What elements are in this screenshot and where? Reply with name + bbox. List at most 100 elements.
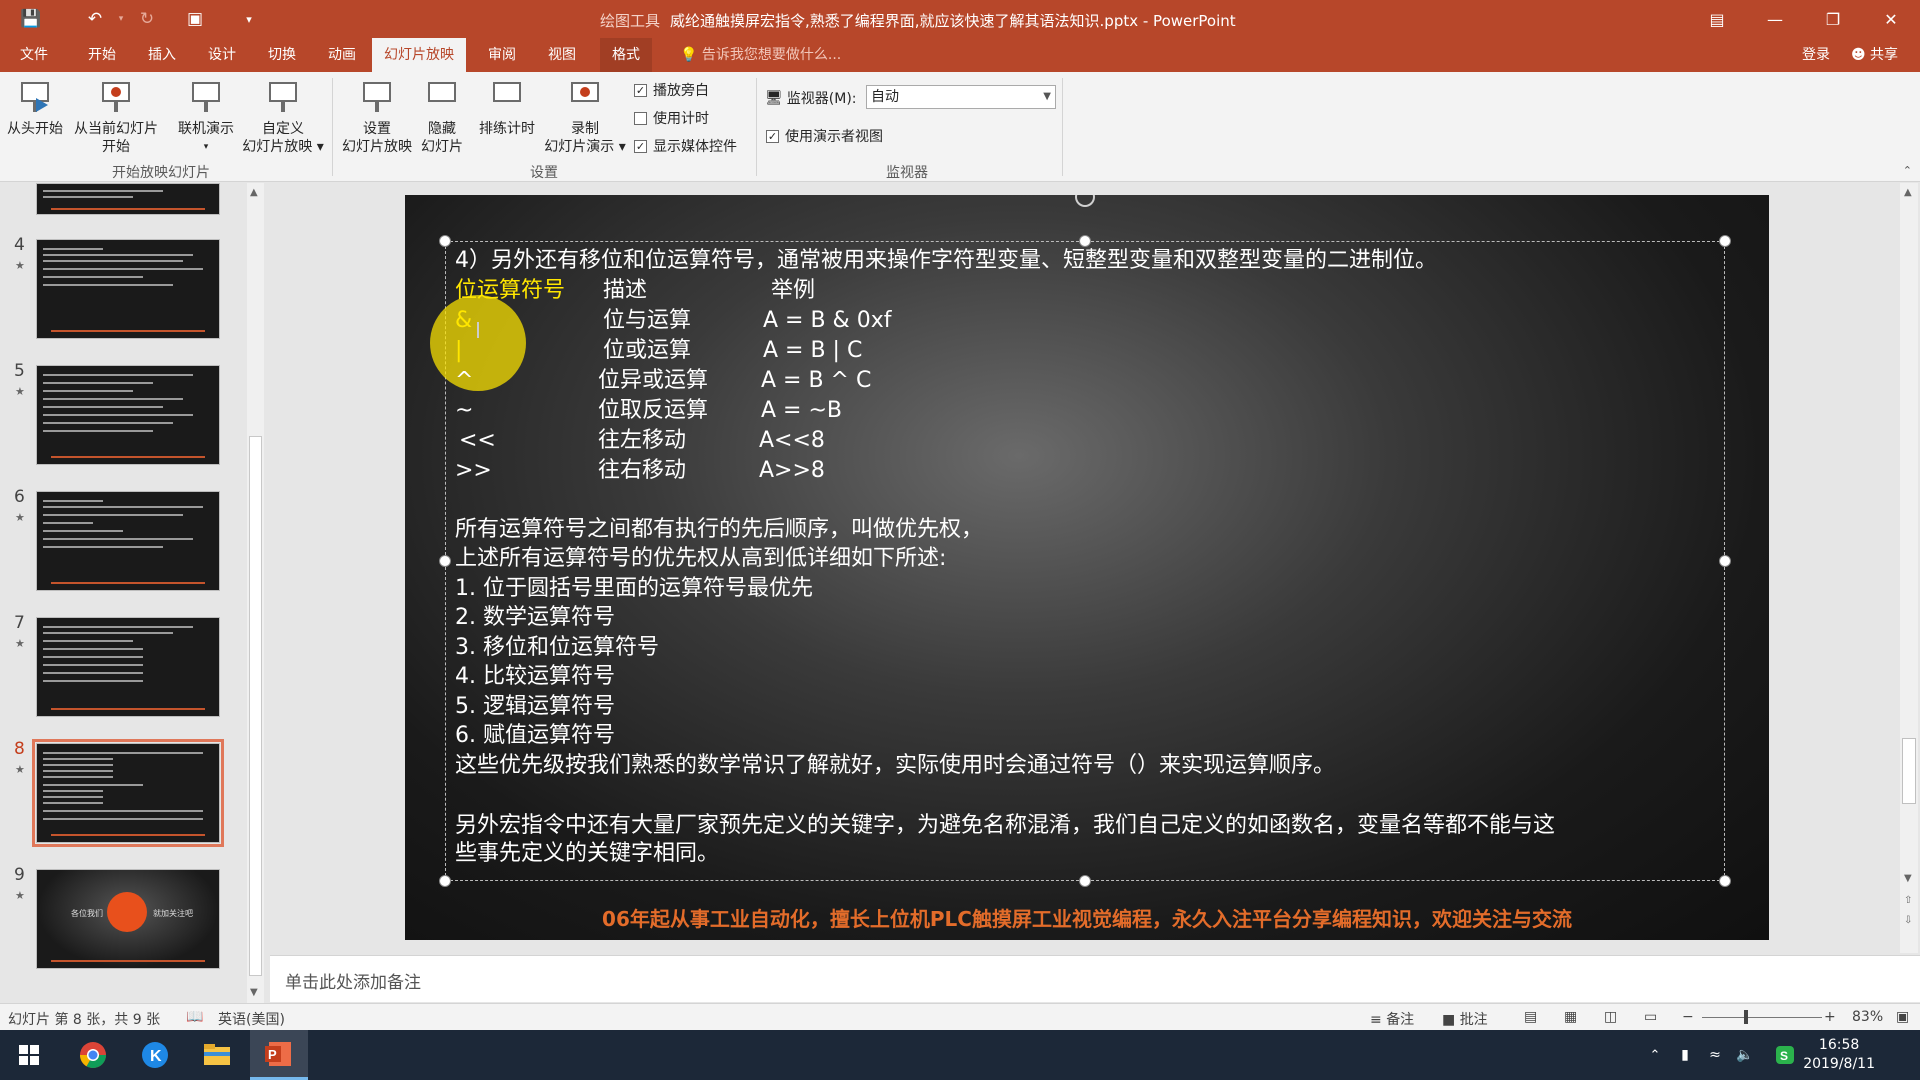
ribbon-display-options-icon[interactable]: ▤ bbox=[1688, 0, 1746, 38]
slide-canvas[interactable]: 4）另外还有移位和位运算符号，通常被用来操作字符型变量、短整型变量和双整型变量的… bbox=[405, 195, 1769, 940]
show-hidden-icons-icon[interactable]: ⌃ bbox=[1640, 1030, 1670, 1080]
table-cell: & bbox=[455, 308, 473, 333]
normal-view-icon[interactable]: ▤ bbox=[1524, 1009, 1537, 1025]
slide-thumbnail[interactable] bbox=[36, 365, 220, 465]
close-button[interactable]: ✕ bbox=[1862, 0, 1920, 38]
slide-thumbnail[interactable] bbox=[36, 239, 220, 339]
resize-handle[interactable] bbox=[1079, 235, 1091, 247]
slide-scrollbar[interactable]: ▲ ▼ ⇧ ⇩ bbox=[1900, 183, 1918, 953]
undo-dropdown-icon[interactable]: ▾ bbox=[112, 0, 130, 38]
tab-file[interactable]: 文件 bbox=[8, 38, 60, 72]
tab-animations[interactable]: 动画 bbox=[316, 38, 368, 72]
resize-handle[interactable] bbox=[1719, 235, 1731, 247]
zoom-out-icon[interactable]: − bbox=[1682, 1009, 1694, 1025]
tab-transitions[interactable]: 切换 bbox=[256, 38, 308, 72]
tell-me-box[interactable]: 💡 告诉我您想要做什么... bbox=[680, 38, 841, 72]
previous-slide-icon[interactable]: ⇧ bbox=[1904, 895, 1912, 906]
share-button[interactable]: ☻ 共享 bbox=[1851, 38, 1898, 72]
monitor-dropdown[interactable]: 自动 ▼ bbox=[866, 85, 1056, 109]
slideshow-view-icon[interactable]: ▭ bbox=[1644, 1009, 1657, 1025]
tab-format[interactable]: 格式 bbox=[600, 38, 652, 72]
input-method-icon[interactable]: S bbox=[1770, 1030, 1800, 1080]
scroll-up-icon[interactable]: ▲ bbox=[1904, 187, 1912, 198]
tab-view[interactable]: 视图 bbox=[536, 38, 588, 72]
scrollbar-thumb[interactable] bbox=[1902, 738, 1916, 804]
minimize-button[interactable]: — bbox=[1746, 0, 1804, 38]
custom-show-button[interactable]: 自定义 幻灯片放映 ▾ bbox=[238, 78, 328, 156]
reading-view-icon[interactable]: ◫ bbox=[1604, 1009, 1617, 1025]
table-header-cell: 位运算符号 bbox=[455, 278, 566, 303]
resize-handle[interactable] bbox=[1719, 875, 1731, 887]
online-present-button[interactable]: 联机演示 ▾ bbox=[170, 78, 242, 156]
show-media-controls-checkbox[interactable]: ✓ 显示媒体控件 bbox=[634, 136, 737, 156]
restore-button[interactable]: ❐ bbox=[1804, 0, 1862, 38]
table-cell: A = B ^ C bbox=[761, 368, 872, 393]
tab-review[interactable]: 审阅 bbox=[476, 38, 528, 72]
scroll-up-icon[interactable]: ▲ bbox=[250, 187, 258, 198]
start-from-beginning-icon[interactable]: ▣ bbox=[178, 0, 212, 38]
windows-start-icon[interactable] bbox=[0, 1030, 58, 1080]
zoom-slider[interactable] bbox=[1702, 1017, 1822, 1018]
spell-check-icon[interactable]: 📖 bbox=[186, 1009, 203, 1025]
from-beginning-button[interactable]: 从头开始 bbox=[4, 78, 66, 138]
slide-thumbnail[interactable] bbox=[36, 491, 220, 591]
fit-to-window-icon[interactable]: ▣ bbox=[1896, 1009, 1909, 1025]
volume-icon[interactable]: 🔈 bbox=[1730, 1030, 1760, 1080]
presenter-view-checkbox[interactable]: ✓ 使用演示者视图 bbox=[766, 126, 883, 146]
clock-date: 2019/8/11 bbox=[1803, 1056, 1875, 1072]
resize-handle[interactable] bbox=[439, 555, 451, 567]
zoom-slider-thumb[interactable] bbox=[1744, 1010, 1748, 1024]
powerpoint-taskbar-icon[interactable]: P bbox=[250, 1030, 308, 1080]
redo-icon[interactable]: ↻ bbox=[130, 0, 164, 38]
slide-thumbnail[interactable]: 各位我们 就加关注吧 bbox=[36, 869, 220, 969]
tab-home[interactable]: 开始 bbox=[76, 38, 128, 72]
rehearse-timings-button[interactable]: 排练计时 bbox=[474, 78, 540, 138]
zoom-in-icon[interactable]: + bbox=[1824, 1009, 1836, 1025]
notes-pane[interactable]: 单击此处添加备注 bbox=[270, 955, 1920, 1002]
language-status[interactable]: 英语(美国) bbox=[218, 1009, 285, 1029]
next-slide-icon[interactable]: ⇩ bbox=[1904, 915, 1912, 926]
tab-slide-show[interactable]: 幻灯片放映 bbox=[372, 38, 466, 72]
setup-slideshow-button[interactable]: 设置 幻灯片放映 bbox=[336, 78, 418, 156]
system-clock[interactable]: 16:58 2019/8/11 bbox=[1803, 1036, 1875, 1074]
group-divider bbox=[332, 78, 333, 176]
k-app-icon[interactable]: K bbox=[126, 1030, 184, 1080]
use-timings-checkbox[interactable]: 使用计时 bbox=[634, 108, 709, 128]
tab-insert[interactable]: 插入 bbox=[136, 38, 188, 72]
animation-star-icon: ★ bbox=[15, 385, 25, 398]
notes-toggle-button[interactable]: ≡ 备注 bbox=[1370, 1009, 1414, 1029]
scroll-down-icon[interactable]: ▼ bbox=[250, 987, 258, 998]
slide-editing-area: 4）另外还有移位和位运算符号，通常被用来操作字符型变量、短整型变量和双整型变量的… bbox=[270, 183, 1900, 953]
record-slideshow-button[interactable]: 录制 幻灯片演示 ▾ bbox=[542, 78, 628, 156]
sign-in-link[interactable]: 登录 bbox=[1802, 38, 1830, 72]
hide-slide-button[interactable]: 隐藏 幻灯片 bbox=[420, 78, 464, 156]
network-icon[interactable]: ≈ bbox=[1700, 1030, 1730, 1080]
table-cell: >> bbox=[455, 458, 492, 483]
zoom-level[interactable]: 83% bbox=[1852, 1009, 1883, 1025]
slide-thumbnail[interactable] bbox=[36, 183, 220, 215]
thumbnail-scrollbar[interactable]: ▲ ▼ bbox=[247, 183, 264, 1003]
save-icon[interactable]: 💾 bbox=[14, 0, 48, 38]
collapse-ribbon-icon[interactable]: ⌃ bbox=[1903, 164, 1912, 177]
customize-qat-icon[interactable]: ▾ bbox=[232, 0, 266, 38]
resize-handle[interactable] bbox=[439, 235, 451, 247]
slide-sorter-view-icon[interactable]: ▦ bbox=[1564, 1009, 1577, 1025]
tab-design[interactable]: 设计 bbox=[196, 38, 248, 72]
slide-thumbnail[interactable] bbox=[36, 617, 220, 717]
battery-icon[interactable]: ▮ bbox=[1670, 1030, 1700, 1080]
scroll-down-icon[interactable]: ▼ bbox=[1904, 873, 1912, 884]
quick-access-toolbar: 💾 ↶ ▾ ↻ ▣ ▾ bbox=[14, 0, 266, 38]
file-explorer-icon[interactable] bbox=[188, 1030, 246, 1080]
rotate-handle-icon[interactable] bbox=[1075, 195, 1095, 207]
scrollbar-thumb[interactable] bbox=[249, 436, 262, 976]
slide-thumbnail-selected[interactable] bbox=[32, 739, 224, 847]
resize-handle[interactable] bbox=[1719, 555, 1731, 567]
resize-handle[interactable] bbox=[1079, 875, 1091, 887]
globe-screen-icon bbox=[189, 78, 223, 118]
comments-toggle-button[interactable]: ■ 批注 bbox=[1442, 1009, 1488, 1029]
chrome-icon[interactable] bbox=[64, 1030, 122, 1080]
resize-handle[interactable] bbox=[439, 875, 451, 887]
undo-icon[interactable]: ↶ bbox=[78, 0, 112, 38]
play-narration-checkbox[interactable]: ✓ 播放旁白 bbox=[634, 80, 709, 100]
from-current-button[interactable]: 从当前幻灯片 开始 bbox=[68, 78, 164, 156]
